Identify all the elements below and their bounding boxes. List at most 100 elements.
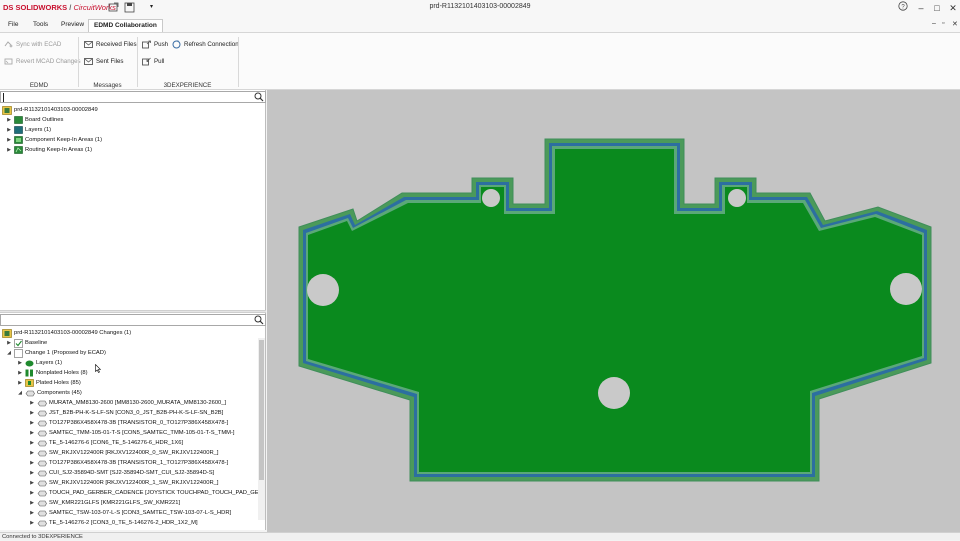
component-label: SAMTEC_TSW-103-07-L-S [CON3_SAMTEC_TSW-1… <box>49 510 232 516</box>
expand-arrow-icon[interactable]: ▶ <box>6 136 12 144</box>
component-item[interactable]: ▶ SAMTEC_TMM-105-01-T-S [CON5_SAMTEC_TMM-… <box>29 428 234 438</box>
expand-arrow-icon[interactable]: ▶ <box>29 439 35 447</box>
title-bar: DS SOLIDWORKS / CircuitWorks ▾ prd-R1132… <box>0 0 960 17</box>
component-item[interactable]: ▶ TOUCH_PAD_GERBER_CADENCE [JOYSTICK TOUC… <box>29 488 264 498</box>
mdi-minimize-button[interactable]: – <box>932 20 936 27</box>
component-item[interactable]: ▶ MURATA_MM8130-2600 [MM8130-2600_MURATA_… <box>29 398 226 408</box>
menu-preview[interactable]: Preview <box>56 19 89 32</box>
component-item[interactable]: ▶ SW_RKJXV122400R [RKJXV122400R_1_SW_RKJX… <box>29 478 218 488</box>
sync-with-ecad-button[interactable]: Sync with ECAD <box>4 38 61 50</box>
push-button[interactable]: Push <box>142 38 168 50</box>
expand-arrow-icon[interactable]: ▶ <box>29 399 35 407</box>
component-label: JST_B2B-PH-K-S-LF-SN [CON3_0_JST_B2B-PH-… <box>49 410 224 416</box>
tree-item-baseline[interactable]: ▶ Baseline <box>6 338 47 348</box>
help-icon[interactable]: ? <box>896 1 910 15</box>
component-item[interactable]: ▶ TE_5-146276-2 [CON3_0_TE_5-146276-2_HDR… <box>29 518 198 528</box>
mdi-restore-button[interactable]: ▫ <box>942 20 944 27</box>
close-button[interactable]: ✕ <box>946 1 960 15</box>
expand-arrow-icon[interactable]: ▶ <box>6 339 12 347</box>
tree-item-label: Change 1 (Proposed by ECAD) <box>25 350 106 356</box>
tree-item-component-keep-in[interactable]: ▶ Component Keep-In Areas (1) <box>6 135 102 145</box>
expand-arrow-icon[interactable]: ▶ <box>29 449 35 457</box>
component-item[interactable]: ▶ SW_KMR221GLFS [KMR221GLFS_SW_KMR221] <box>29 498 180 508</box>
expand-arrow-icon[interactable]: ▶ <box>29 489 35 497</box>
component-icon <box>37 430 47 436</box>
sync-icon <box>4 40 13 47</box>
sent-files-button[interactable]: Sent Files <box>84 55 124 67</box>
component-item[interactable]: ▶ SAMTEC_TSW-103-07-L-S [CON3_SAMTEC_TSW-… <box>29 508 231 518</box>
expand-arrow-icon[interactable]: ▶ <box>29 519 35 527</box>
tree-item-routing-keep-in[interactable]: ▶ Routing Keep-In Areas (1) <box>6 145 92 155</box>
maximize-button[interactable]: □ <box>930 1 944 15</box>
expand-arrow-icon[interactable]: ▶ <box>29 409 35 417</box>
minimize-button[interactable]: – <box>914 1 928 15</box>
revert-mcad-changes-button[interactable]: Revert MCAD Changes <box>4 55 81 67</box>
expand-arrow-icon[interactable]: ▶ <box>29 509 35 517</box>
pcb-board-drawing[interactable] <box>267 90 960 532</box>
component-icon <box>37 510 47 516</box>
tab-edmd-collaboration[interactable]: EDMD Collaboration <box>88 19 163 32</box>
tree-item-nonplated-holes[interactable]: ▶ Nonplated Holes (8) <box>17 368 88 378</box>
component-item[interactable]: ▶ TE_5-146276-6 [CON6_TE_5-146276-6_HDR_1… <box>29 438 183 448</box>
bottom-tree-scrollbar[interactable] <box>258 338 265 520</box>
expand-arrow-icon[interactable]: ▶ <box>29 429 35 437</box>
window-title: prd-R1132101403103-00002849 <box>429 3 531 10</box>
expand-arrow-icon[interactable]: ▶ <box>29 479 35 487</box>
tree-item-change-1[interactable]: ◢ Change 1 (Proposed by ECAD) <box>6 348 106 358</box>
component-icon <box>37 460 47 466</box>
search-icon[interactable] <box>254 315 264 325</box>
scrollbar-thumb[interactable] <box>259 340 264 480</box>
component-item[interactable]: ▶ TO127P386X458X478-3B [TRANSISTOR_0_TO12… <box>29 418 228 428</box>
push-label: Push <box>154 40 169 48</box>
changes-root[interactable]: prd-R1132101403103-00002849 Changes (1) <box>2 328 131 338</box>
component-item[interactable]: ▶ JST_B2B-PH-K-S-LF-SN [CON3_0_JST_B2B-PH… <box>29 408 223 418</box>
tree-item-layers[interactable]: ▶ Layers (1) <box>6 125 51 135</box>
expand-arrow-icon[interactable]: ▶ <box>29 469 35 477</box>
pull-label: Pull <box>154 57 165 65</box>
collapse-arrow-icon[interactable]: ◢ <box>17 389 23 397</box>
tree-item-plated-holes[interactable]: ▶ Plated Holes (85) <box>17 378 81 388</box>
expand-arrow-icon[interactable]: ▶ <box>29 459 35 467</box>
expand-arrow-icon[interactable]: ▶ <box>29 499 35 507</box>
revert-mcad-changes-label: Revert MCAD Changes <box>16 57 81 65</box>
pull-button[interactable]: Pull <box>142 55 164 67</box>
received-files-button[interactable]: Received Files <box>84 38 137 50</box>
tree-item-label: Routing Keep-In Areas (1) <box>25 147 93 153</box>
menu-file[interactable]: File <box>3 19 23 32</box>
tree-item-label: Layers (1) <box>25 127 52 133</box>
expand-arrow-icon[interactable]: ▶ <box>29 419 35 427</box>
mdi-close-button[interactable]: ✕ <box>952 20 958 28</box>
expand-arrow-icon[interactable]: ▶ <box>6 116 12 124</box>
tree-item-components[interactable]: ◢ Components (45) <box>17 388 82 398</box>
mounting-hole <box>890 273 922 305</box>
bottom-tree-search-input[interactable] <box>0 314 266 326</box>
panel-splitter[interactable] <box>0 310 266 313</box>
ribbon: Sync with ECAD Revert MCAD Changes Recei… <box>0 32 960 90</box>
component-label: SW_KMR221GLFS [KMR221GLFS_SW_KMR221] <box>49 500 181 506</box>
layers-icon <box>14 126 23 134</box>
component-item[interactable]: ▶ SW_RKJXV122400R [RKJXV122400R_0_SW_RKJX… <box>29 448 218 458</box>
expand-arrow-icon[interactable]: ▶ <box>17 379 23 387</box>
tree-item-change-layers[interactable]: ▶ Layers (1) <box>17 358 62 368</box>
component-label: MURATA_MM8130-2600 [MM8130-2600_MURATA_M… <box>49 400 227 406</box>
expand-arrow-icon[interactable]: ▶ <box>6 126 12 134</box>
expand-arrow-icon[interactable]: ▶ <box>17 369 23 377</box>
tree-item-label: Baseline <box>25 340 48 346</box>
components-icon <box>25 390 35 396</box>
received-files-icon <box>84 40 93 48</box>
top-tree-search-input[interactable] <box>0 91 266 103</box>
component-item[interactable]: ▶ TO127P386X458X478-3B [TRANSISTOR_1_TO12… <box>29 458 228 468</box>
expand-arrow-icon[interactable]: ▶ <box>17 359 23 367</box>
expand-arrow-icon[interactable]: ▶ <box>6 146 12 154</box>
component-item[interactable]: ▶ CUI_SJ2-35894D-SMT [SJ2-35894D-SMT_CUI_… <box>29 468 214 478</box>
tree-root[interactable]: prd-R1132101403103-00002849 <box>2 105 98 115</box>
ribbon-separator <box>137 37 138 87</box>
refresh-connection-button[interactable]: Refresh Connection <box>172 38 239 50</box>
pcb-preview-canvas[interactable] <box>267 90 960 532</box>
board-assembly-icon <box>2 105 12 115</box>
component-label: CUI_SJ2-35894D-SMT [SJ2-35894D-SMT_CUI_S… <box>49 470 215 476</box>
collapse-arrow-icon[interactable]: ◢ <box>6 349 12 357</box>
search-icon[interactable] <box>254 92 264 102</box>
tree-item-board-outlines[interactable]: ▶ Board Outlines <box>6 115 63 125</box>
menu-tools[interactable]: Tools <box>28 19 53 32</box>
